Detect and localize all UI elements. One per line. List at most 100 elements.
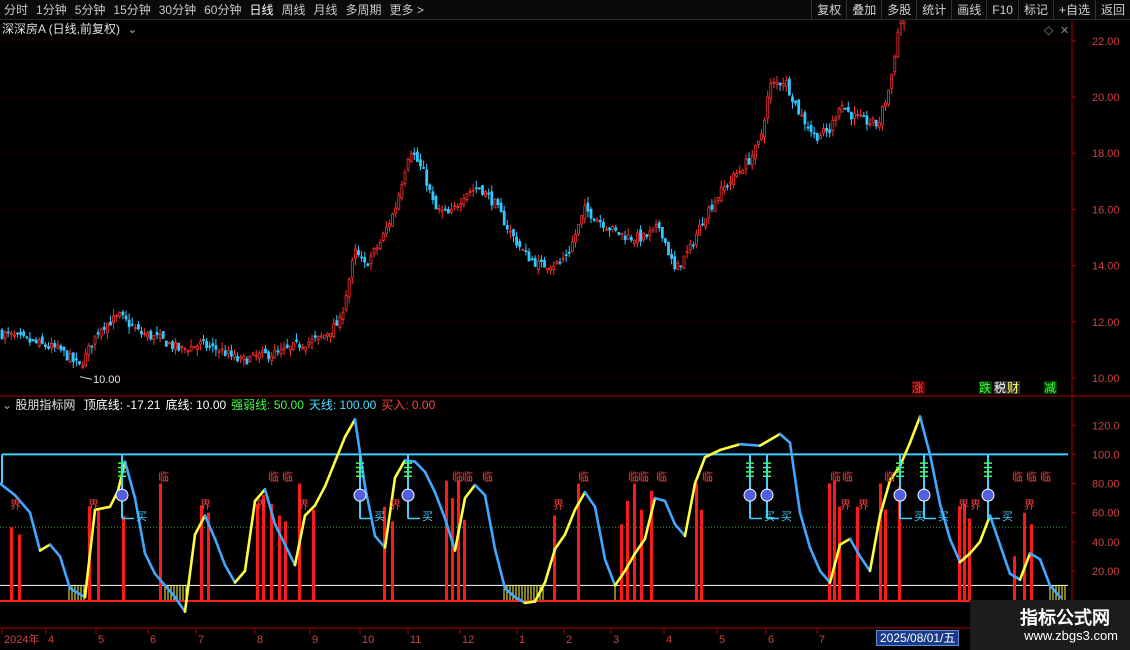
- toolbar-button-8[interactable]: 返回: [1094, 0, 1130, 20]
- candle-body: [291, 342, 295, 350]
- candle-body: [874, 119, 878, 127]
- candle-body: [415, 151, 419, 162]
- candle-body: [707, 207, 711, 219]
- label-lin: 临: [702, 470, 713, 484]
- period-tab-1[interactable]: 1分钟: [32, 0, 71, 20]
- toolbar-button-6[interactable]: 标记: [1017, 0, 1053, 20]
- candle-body: [350, 260, 354, 279]
- candle-body: [481, 185, 484, 195]
- toolbar-button-0[interactable]: 复权: [811, 0, 846, 20]
- candle-body: [295, 339, 298, 342]
- candle-body: [335, 320, 339, 326]
- candle-body: [611, 225, 615, 231]
- toolbar-button-1[interactable]: 叠加: [846, 0, 881, 20]
- candle-body: [313, 335, 317, 338]
- candle-body: [81, 365, 84, 368]
- candle-body: [682, 255, 686, 269]
- label-jie: 界: [958, 498, 969, 511]
- candle-body: [102, 326, 106, 330]
- candle-body: [276, 350, 280, 353]
- buy-bar: [284, 521, 287, 600]
- buy-bar: [312, 509, 315, 600]
- candle-body: [657, 222, 661, 229]
- candle-body: [636, 232, 639, 244]
- period-tab-0[interactable]: 分时: [0, 0, 32, 20]
- toolbar-buttons: 复权 叠加 多股 统计 画线 F10 标记 +自选 返回: [811, 0, 1130, 20]
- event-marker-label: 税: [994, 381, 1006, 395]
- indicator-tick-label: 80.00: [1092, 479, 1120, 491]
- candle-body: [896, 31, 900, 58]
- indicator-name[interactable]: 股朋指标网: [15, 398, 75, 412]
- candle-body: [47, 346, 50, 349]
- candle-body: [493, 198, 497, 209]
- label-jie: 界: [1024, 498, 1035, 511]
- chevron-down-icon[interactable]: ⌄: [127, 22, 137, 36]
- candle-body: [512, 229, 515, 237]
- stock-title[interactable]: 深深房A (日线,前复权): [2, 22, 120, 36]
- top-bottom-line-segment: [523, 600, 537, 605]
- candle-body: [797, 99, 801, 115]
- candle-body: [865, 115, 869, 125]
- period-tab-3[interactable]: 15分钟: [109, 0, 154, 20]
- toolbar-button-2[interactable]: 多股: [881, 0, 916, 20]
- candle-body: [96, 332, 100, 335]
- stock-chart[interactable]: 34.0032.0030.0028.0026.0024.0022.0020.00…: [0, 20, 1130, 650]
- candle-body: [474, 187, 478, 190]
- toolbar-button-4[interactable]: 画线: [951, 0, 986, 20]
- candle-body: [753, 145, 757, 160]
- indicator-value-1: 底线: 10.00: [165, 398, 227, 412]
- candle-body: [540, 259, 543, 262]
- candle-body: [6, 331, 10, 334]
- candle-body: [735, 172, 739, 177]
- candle-body: [242, 355, 246, 361]
- candle-body: [192, 346, 196, 349]
- toolbar-button-7[interactable]: +自选: [1052, 0, 1095, 20]
- candle-body: [428, 184, 432, 191]
- candle-body: [738, 170, 742, 174]
- candle-body: [508, 230, 512, 233]
- smiley-icon: [917, 488, 931, 502]
- label-jie: 界: [390, 498, 401, 511]
- period-tab-10[interactable]: 更多 >: [386, 0, 428, 20]
- period-tab-6[interactable]: 日线: [245, 0, 277, 20]
- candle-body: [502, 210, 506, 226]
- candle-body: [158, 333, 162, 339]
- candle-body: [394, 207, 398, 214]
- chevron-down-icon[interactable]: ⌄: [2, 398, 12, 412]
- candle-body: [747, 158, 751, 165]
- candle-body: [440, 209, 444, 213]
- candle-body: [437, 208, 441, 211]
- candle-body: [778, 82, 782, 86]
- period-tab-5[interactable]: 60分钟: [200, 0, 245, 20]
- candle-body: [446, 208, 450, 214]
- buy-bar: [633, 483, 636, 600]
- candle-body: [853, 112, 856, 120]
- candle-body: [68, 353, 72, 363]
- candle-body: [763, 119, 766, 138]
- period-tab-8[interactable]: 月线: [310, 0, 342, 20]
- candle-body: [267, 351, 271, 360]
- candle-body: [555, 261, 559, 265]
- candle-body: [136, 324, 140, 330]
- buy-bar: [833, 480, 836, 600]
- candle-body: [825, 127, 828, 132]
- period-tab-2[interactable]: 5分钟: [71, 0, 110, 20]
- candle-body: [784, 80, 788, 87]
- candle-body: [412, 152, 416, 155]
- diamond-icon: ◇: [1044, 23, 1054, 37]
- candle-body: [660, 227, 664, 239]
- period-tab-9[interactable]: 多周期: [342, 0, 386, 20]
- toolbar-button-5[interactable]: F10: [986, 0, 1018, 20]
- candle-body: [744, 158, 748, 170]
- period-tab-7[interactable]: 周线: [277, 0, 309, 20]
- time-axis-label: 1: [519, 634, 525, 646]
- candle-body: [633, 240, 636, 244]
- buy-bar: [391, 521, 394, 600]
- candle-body: [871, 118, 875, 124]
- candle-body: [496, 198, 500, 206]
- price-tick-label: 20.00: [1092, 92, 1120, 104]
- candle-body: [397, 194, 401, 210]
- time-axis-label: 3: [613, 634, 619, 646]
- period-tab-4[interactable]: 30分钟: [155, 0, 200, 20]
- toolbar-button-3[interactable]: 统计: [916, 0, 951, 20]
